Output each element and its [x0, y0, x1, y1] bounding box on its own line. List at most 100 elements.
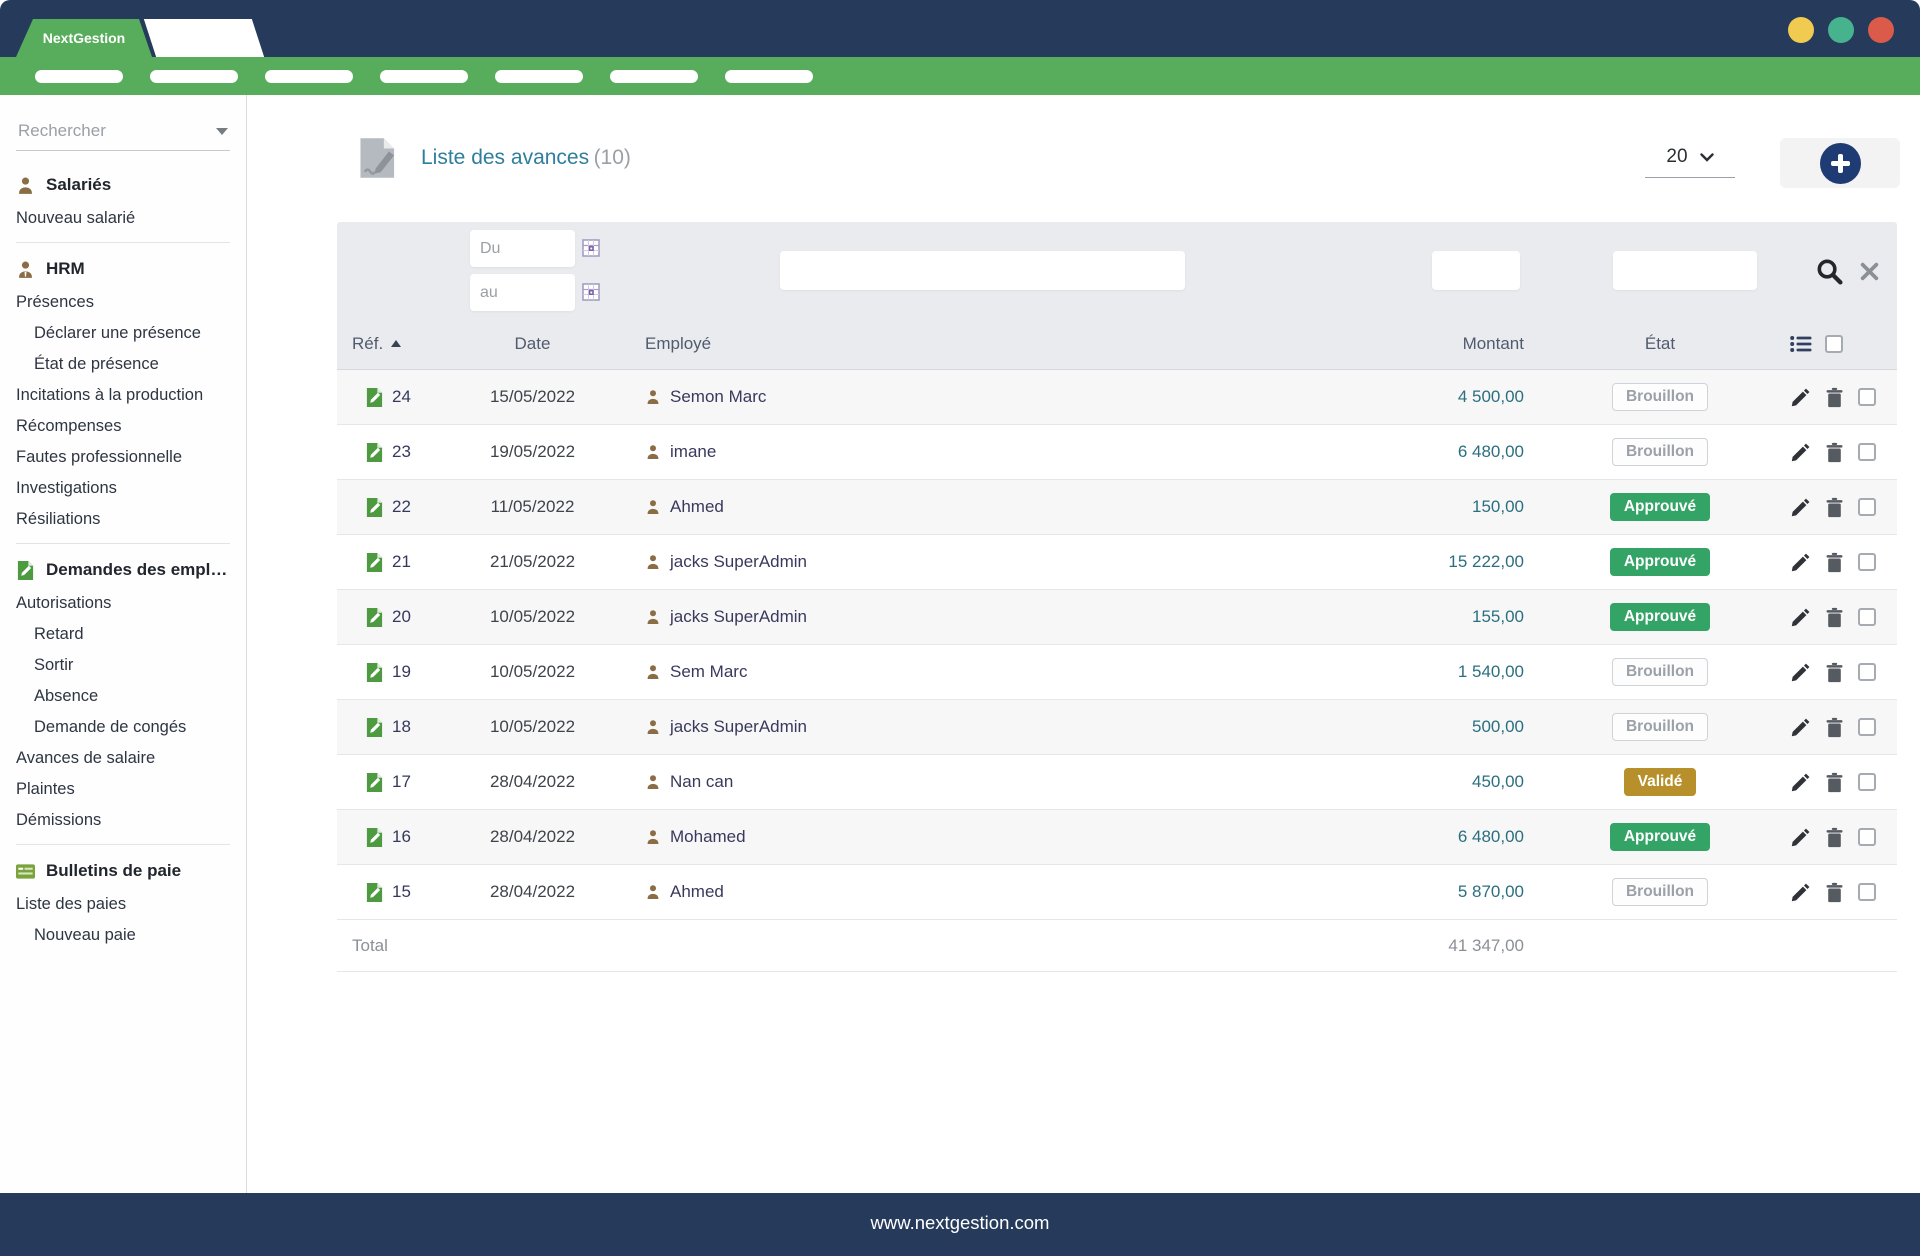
- background-tab[interactable]: [144, 19, 264, 57]
- maximize-button[interactable]: [1828, 17, 1854, 43]
- table-row[interactable]: 24 15/05/2022 Semon Marc 4 500,00 Brouil…: [337, 370, 1897, 425]
- sidebar-item-declarer-presence[interactable]: Déclarer une présence: [0, 318, 246, 349]
- row-checkbox[interactable]: [1858, 608, 1876, 626]
- edit-icon[interactable]: [1790, 882, 1811, 903]
- search-icon[interactable]: [1815, 257, 1844, 286]
- state-filter-select[interactable]: [1613, 251, 1757, 290]
- ref-link[interactable]: 21: [392, 552, 411, 572]
- row-checkbox[interactable]: [1858, 828, 1876, 846]
- sidebar-item-incitations[interactable]: Incitations à la production: [0, 380, 246, 411]
- edit-icon[interactable]: [1790, 442, 1811, 463]
- sidebar-item-nouveau-paie[interactable]: Nouveau paie: [0, 920, 246, 951]
- employee-link[interactable]: jacks SuperAdmin: [670, 552, 807, 572]
- table-row[interactable]: 16 28/04/2022 Mohamed 6 480,00 Approuvé: [337, 810, 1897, 865]
- sidebar-header-bulletins[interactable]: Bulletins de paie: [0, 853, 246, 889]
- ref-link[interactable]: 19: [392, 662, 411, 682]
- employee-link[interactable]: imane: [670, 442, 716, 462]
- ref-link[interactable]: 15: [392, 882, 411, 902]
- add-advance-button[interactable]: [1820, 143, 1861, 184]
- employee-link[interactable]: Ahmed: [670, 882, 724, 902]
- sidebar-item-demande-conges[interactable]: Demande de congés: [0, 712, 246, 743]
- calendar-icon[interactable]: [582, 283, 600, 301]
- edit-icon[interactable]: [1790, 497, 1811, 518]
- sidebar-item-liste-paies[interactable]: Liste des paies: [0, 889, 246, 920]
- row-checkbox[interactable]: [1858, 883, 1876, 901]
- row-checkbox[interactable]: [1858, 663, 1876, 681]
- sidebar-item-nouveau-salarie[interactable]: Nouveau salarié: [0, 203, 246, 234]
- sidebar-item-presences[interactable]: Présences: [0, 287, 246, 318]
- sidebar-item-demissions[interactable]: Démissions: [0, 805, 246, 836]
- sidebar-item-recompenses[interactable]: Récompenses: [0, 411, 246, 442]
- brand-tab[interactable]: NextGestion: [16, 19, 152, 57]
- close-button[interactable]: [1868, 17, 1894, 43]
- ref-link[interactable]: 20: [392, 607, 411, 627]
- delete-icon[interactable]: [1824, 662, 1845, 683]
- ref-link[interactable]: 18: [392, 717, 411, 737]
- sidebar-item-resiliations[interactable]: Résiliations: [0, 504, 246, 535]
- edit-icon[interactable]: [1790, 607, 1811, 628]
- amount-filter-input[interactable]: [1432, 251, 1520, 290]
- employee-link[interactable]: Semon Marc: [670, 387, 766, 407]
- ref-link[interactable]: 22: [392, 497, 411, 517]
- table-row[interactable]: 17 28/04/2022 Nan can 450,00 Validé: [337, 755, 1897, 810]
- nav-pill-3[interactable]: [265, 70, 353, 83]
- employee-link[interactable]: Sem Marc: [670, 662, 747, 682]
- nav-pill-5[interactable]: [495, 70, 583, 83]
- edit-icon[interactable]: [1790, 717, 1811, 738]
- table-row[interactable]: 21 21/05/2022 jacks SuperAdmin 15 222,00…: [337, 535, 1897, 590]
- employee-link[interactable]: Ahmed: [670, 497, 724, 517]
- row-checkbox[interactable]: [1858, 498, 1876, 516]
- table-row[interactable]: 20 10/05/2022 jacks SuperAdmin 155,00 Ap…: [337, 590, 1897, 645]
- row-checkbox[interactable]: [1858, 718, 1876, 736]
- calendar-icon[interactable]: [582, 239, 600, 257]
- delete-icon[interactable]: [1824, 552, 1845, 573]
- ref-link[interactable]: 24: [392, 387, 411, 407]
- nav-pill-6[interactable]: [610, 70, 698, 83]
- table-row[interactable]: 22 11/05/2022 Ahmed 150,00 Approuvé: [337, 480, 1897, 535]
- employee-link[interactable]: jacks SuperAdmin: [670, 607, 807, 627]
- sidebar-item-plaintes[interactable]: Plaintes: [0, 774, 246, 805]
- table-row[interactable]: 19 10/05/2022 Sem Marc 1 540,00 Brouillo…: [337, 645, 1897, 700]
- column-ref[interactable]: Réf.: [337, 334, 460, 354]
- sidebar-item-absence[interactable]: Absence: [0, 681, 246, 712]
- sidebar-header-demandes[interactable]: Demandes des empl…: [0, 552, 246, 588]
- delete-icon[interactable]: [1824, 827, 1845, 848]
- nav-pill-7[interactable]: [725, 70, 813, 83]
- edit-icon[interactable]: [1790, 772, 1811, 793]
- sidebar-header-hrm[interactable]: HRM: [0, 251, 246, 287]
- employee-link[interactable]: Nan can: [670, 772, 733, 792]
- list-view-icon[interactable]: [1790, 335, 1812, 353]
- clear-filter-icon[interactable]: [1859, 261, 1880, 282]
- column-state[interactable]: État: [1530, 334, 1790, 354]
- delete-icon[interactable]: [1824, 442, 1845, 463]
- table-row[interactable]: 15 28/04/2022 Ahmed 5 870,00 Brouillon: [337, 865, 1897, 920]
- delete-icon[interactable]: [1824, 772, 1845, 793]
- ref-link[interactable]: 16: [392, 827, 411, 847]
- sidebar-item-sortir[interactable]: Sortir: [0, 650, 246, 681]
- sidebar-item-fautes[interactable]: Fautes professionnelle: [0, 442, 246, 473]
- table-row[interactable]: 18 10/05/2022 jacks SuperAdmin 500,00 Br…: [337, 700, 1897, 755]
- date-from-input[interactable]: [470, 230, 575, 267]
- edit-icon[interactable]: [1790, 552, 1811, 573]
- employee-filter-select[interactable]: [780, 251, 1185, 290]
- table-row[interactable]: 23 19/05/2022 imane 6 480,00 Brouillon: [337, 425, 1897, 480]
- row-checkbox[interactable]: [1858, 773, 1876, 791]
- sidebar-item-etat-presence[interactable]: État de présence: [0, 349, 246, 380]
- column-date[interactable]: Date: [460, 334, 605, 354]
- nav-pill-1[interactable]: [35, 70, 123, 83]
- delete-icon[interactable]: [1824, 497, 1845, 518]
- nav-pill-2[interactable]: [150, 70, 238, 83]
- employee-link[interactable]: Mohamed: [670, 827, 746, 847]
- delete-icon[interactable]: [1824, 717, 1845, 738]
- column-employee[interactable]: Employé: [605, 334, 1262, 354]
- employee-link[interactable]: jacks SuperAdmin: [670, 717, 807, 737]
- row-checkbox[interactable]: [1858, 388, 1876, 406]
- search-input[interactable]: Rechercher: [16, 117, 230, 151]
- sidebar-item-avances-salaire[interactable]: Avances de salaire: [0, 743, 246, 774]
- nav-pill-4[interactable]: [380, 70, 468, 83]
- edit-icon[interactable]: [1790, 387, 1811, 408]
- ref-link[interactable]: 23: [392, 442, 411, 462]
- edit-icon[interactable]: [1790, 662, 1811, 683]
- date-to-input[interactable]: [470, 274, 575, 311]
- sidebar-header-salaries[interactable]: Salariés: [0, 167, 246, 203]
